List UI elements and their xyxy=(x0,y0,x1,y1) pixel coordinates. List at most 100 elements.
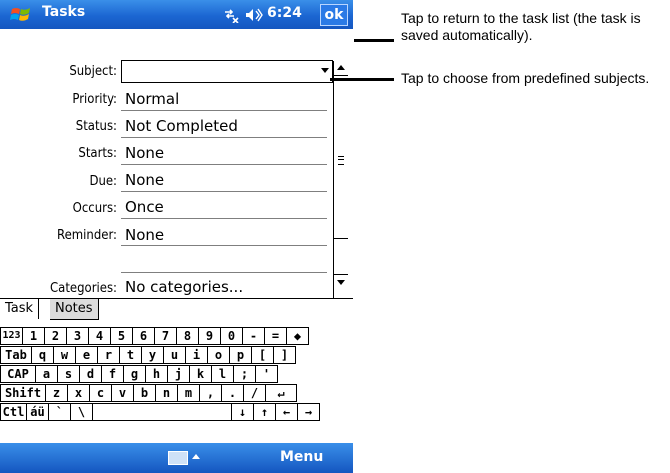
occurs-value[interactable]: Once xyxy=(125,198,164,216)
key-c[interactable]: c xyxy=(89,384,112,402)
key-4[interactable]: 4 xyxy=(88,327,111,345)
key-h[interactable]: h xyxy=(145,365,168,383)
key-2[interactable]: 2 xyxy=(44,327,67,345)
key-9[interactable]: 9 xyxy=(198,327,221,345)
chevron-down-icon[interactable] xyxy=(321,68,329,73)
ok-button[interactable]: ok xyxy=(320,4,348,26)
key-1[interactable]: 1 xyxy=(22,327,45,345)
app-title: Tasks xyxy=(42,4,86,20)
key-e[interactable]: e xyxy=(75,346,98,364)
vertical-scrollbar[interactable] xyxy=(333,61,348,298)
priority-label: Priority: xyxy=(72,92,117,107)
key-o[interactable]: o xyxy=(207,346,230,364)
key-shift[interactable]: Shift xyxy=(0,384,46,402)
key-down-arrow-icon[interactable]: ↓ xyxy=(231,403,254,421)
key-n[interactable]: n xyxy=(155,384,178,402)
key-y[interactable]: y xyxy=(141,346,164,364)
key-a[interactable]: a xyxy=(35,365,58,383)
speaker-icon[interactable] xyxy=(245,7,263,23)
key-123[interactable]: 123 xyxy=(0,327,23,345)
scroll-down-button[interactable] xyxy=(334,274,348,289)
key-backtick[interactable]: ` xyxy=(48,403,71,421)
key-backslash[interactable]: \ xyxy=(70,403,93,421)
occurs-underline xyxy=(121,218,327,219)
categories-value[interactable]: No categories... xyxy=(125,278,243,296)
pda-screen: Tasks 6:24 ok Subject: Priority: Normal … xyxy=(0,0,353,473)
callout-leader-ok xyxy=(354,39,394,42)
tab-notes[interactable]: Notes xyxy=(50,299,99,320)
key-space[interactable] xyxy=(92,403,232,421)
key-6[interactable]: 6 xyxy=(132,327,155,345)
keyboard-row-3: CAP a s d f g h j k l ; ' xyxy=(0,365,278,383)
reminder-label: Reminder: xyxy=(57,228,117,243)
key-q[interactable]: q xyxy=(31,346,54,364)
key-d[interactable]: d xyxy=(79,365,102,383)
key-minus[interactable]: - xyxy=(242,327,265,345)
priority-value[interactable]: Normal xyxy=(125,90,179,108)
arrow-up-icon xyxy=(337,65,345,70)
key-w[interactable]: w xyxy=(53,346,76,364)
tab-task[interactable]: Task xyxy=(0,299,40,319)
key-right-bracket[interactable]: ] xyxy=(273,346,296,364)
key-b[interactable]: b xyxy=(133,384,156,402)
key-8[interactable]: 8 xyxy=(176,327,199,345)
key-i[interactable]: i xyxy=(185,346,208,364)
key-right-arrow-icon[interactable]: → xyxy=(297,403,320,421)
key-l[interactable]: l xyxy=(211,365,234,383)
key-ctl[interactable]: Ctl xyxy=(0,403,27,421)
keyboard-row-2: Tab q w e r t y u i o p [ ] xyxy=(0,346,296,364)
key-quote[interactable]: ' xyxy=(255,365,278,383)
scroll-thumb[interactable] xyxy=(334,76,348,239)
key-x[interactable]: x xyxy=(67,384,90,402)
key-3[interactable]: 3 xyxy=(66,327,89,345)
menu-button[interactable]: Menu xyxy=(280,449,323,465)
status-value[interactable]: Not Completed xyxy=(125,117,238,135)
grip-icon xyxy=(338,156,344,165)
due-label: Due: xyxy=(89,174,117,189)
key-comma[interactable]: , xyxy=(199,384,222,402)
reminder-value[interactable]: None xyxy=(125,226,164,244)
key-slash[interactable]: / xyxy=(243,384,266,402)
keyboard-icon[interactable] xyxy=(168,451,188,465)
subject-dropdown[interactable] xyxy=(121,60,333,83)
backspace-key-icon[interactable]: ◆ xyxy=(286,327,309,345)
windows-flag-icon[interactable] xyxy=(10,5,34,25)
key-7[interactable]: 7 xyxy=(154,327,177,345)
key-0[interactable]: 0 xyxy=(220,327,243,345)
key-r[interactable]: r xyxy=(97,346,120,364)
clock[interactable]: 6:24 xyxy=(267,5,302,21)
key-k[interactable]: k xyxy=(189,365,212,383)
due-value[interactable]: None xyxy=(125,171,164,189)
enter-key-icon[interactable]: ↵ xyxy=(265,384,297,402)
key-equals[interactable]: = xyxy=(264,327,287,345)
key-up-arrow-icon[interactable]: ↑ xyxy=(253,403,276,421)
key-period[interactable]: . xyxy=(221,384,244,402)
chevron-up-icon[interactable] xyxy=(192,454,200,459)
key-semicolon[interactable]: ; xyxy=(233,365,256,383)
key-t[interactable]: t xyxy=(119,346,142,364)
key-left-bracket[interactable]: [ xyxy=(251,346,274,364)
key-j[interactable]: j xyxy=(167,365,190,383)
task-form: Subject: Priority: Normal Status: Not Co… xyxy=(0,29,333,298)
reminder-underline xyxy=(121,245,327,246)
callout-subject: Tap to choose from predefined subjects. xyxy=(401,70,650,86)
key-accents[interactable]: áü xyxy=(26,403,49,421)
key-left-arrow-icon[interactable]: ← xyxy=(275,403,298,421)
key-s[interactable]: s xyxy=(57,365,80,383)
key-tab[interactable]: Tab xyxy=(0,346,32,364)
key-f[interactable]: f xyxy=(101,365,124,383)
status-underline xyxy=(121,137,327,138)
due-underline xyxy=(121,191,327,192)
key-5[interactable]: 5 xyxy=(110,327,133,345)
starts-value[interactable]: None xyxy=(125,144,164,162)
key-u[interactable]: u xyxy=(163,346,186,364)
key-m[interactable]: m xyxy=(177,384,200,402)
scroll-up-button[interactable] xyxy=(334,61,348,76)
key-p[interactable]: p xyxy=(229,346,252,364)
key-caps[interactable]: CAP xyxy=(0,365,36,383)
connectivity-icon[interactable] xyxy=(223,7,239,23)
key-z[interactable]: z xyxy=(45,384,68,402)
callout-ok: Tap to return to the task list (the task… xyxy=(401,10,641,43)
key-v[interactable]: v xyxy=(111,384,134,402)
key-g[interactable]: g xyxy=(123,365,146,383)
